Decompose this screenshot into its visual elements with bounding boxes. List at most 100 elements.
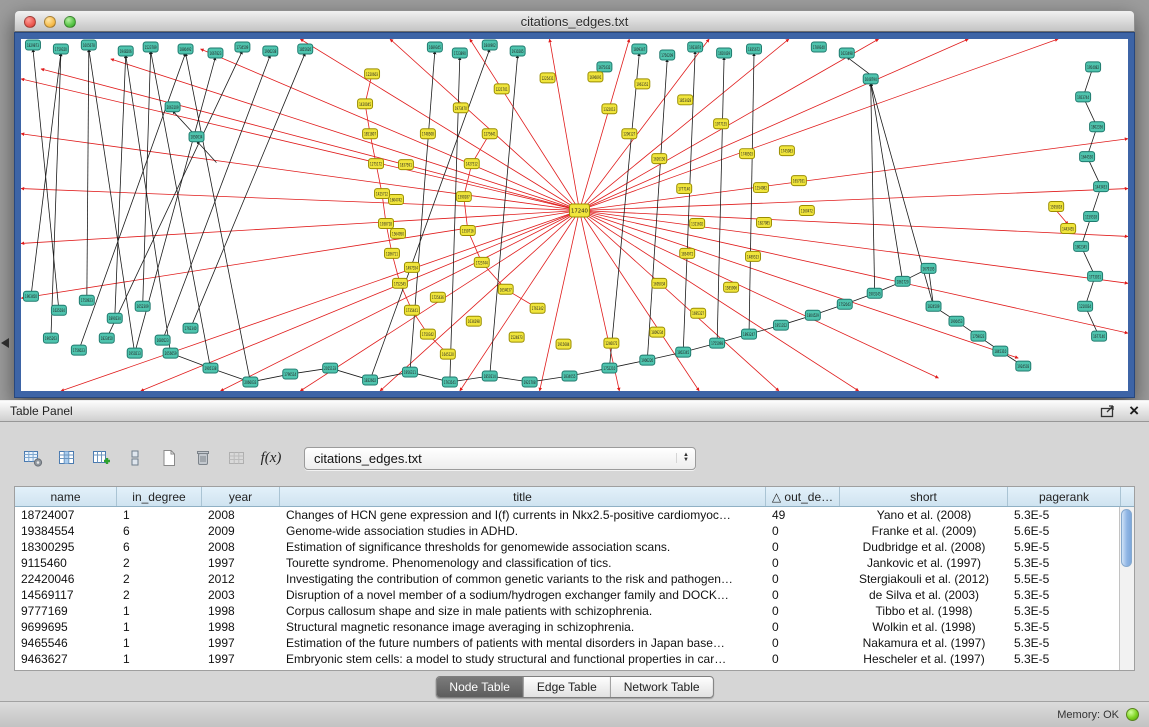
graph-node[interactable]: 1626150 — [652, 154, 667, 164]
column-header-out_degree[interactable]: △ out_de… — [766, 487, 840, 506]
row-tools-button[interactable] — [120, 445, 150, 471]
graph-node[interactable]: 1903145 — [867, 288, 882, 298]
graph-node[interactable]: 2056059 — [163, 348, 178, 358]
graph-node[interactable]: 1915684 — [556, 339, 571, 349]
graph-node[interactable]: 1923744 — [1076, 92, 1091, 102]
graph-node[interactable]: 1759320 — [53, 44, 68, 54]
graph-node[interactable]: 1425712 — [375, 189, 390, 199]
graph-node[interactable]: 1809347 — [632, 44, 647, 54]
table-row[interactable]: 2242004622012Investigating the contribut… — [15, 571, 1134, 587]
column-header-title[interactable]: title — [280, 487, 766, 506]
scrollbar-thumb[interactable] — [1121, 509, 1132, 567]
close-panel-button[interactable]: × — [1129, 404, 1139, 418]
graph-node[interactable]: 1734509 — [235, 42, 250, 52]
graph-node[interactable]: 1677140 — [1092, 331, 1107, 341]
graph-node[interactable]: 1159518 — [1084, 212, 1099, 222]
graph-node[interactable]: 1853428 — [678, 95, 693, 105]
graph-node[interactable]: 1625034 — [51, 305, 66, 315]
import-table-button[interactable] — [222, 445, 252, 471]
column-header-in_degree[interactable]: in_degree — [117, 487, 202, 506]
delete-table-button[interactable] — [188, 445, 218, 471]
graph-node[interactable]: 1855620 — [298, 44, 313, 54]
graph-node[interactable]: 1880492 — [178, 44, 193, 54]
graph-node[interactable]: 1679195 — [921, 263, 936, 273]
column-header-name[interactable]: name — [15, 487, 117, 506]
graph-node[interactable]: 1834055 — [562, 371, 577, 381]
zoom-window-button[interactable] — [64, 16, 76, 28]
graph-node[interactable]: 1657931 — [791, 176, 806, 186]
close-window-button[interactable] — [24, 16, 36, 28]
graph-node[interactable]: 1921708 — [522, 377, 537, 387]
graph-node[interactable]: 1650439 — [717, 48, 732, 58]
graph-node[interactable]: 1595818 — [1049, 202, 1064, 212]
graph-node[interactable]: 1924503 — [1016, 361, 1031, 371]
graph-node[interactable]: 1973470 — [453, 103, 468, 113]
table-row[interactable]: 1938455462009Genome-wide association stu… — [15, 523, 1134, 539]
graph-node[interactable]: 1951352 — [773, 320, 788, 330]
graph-node[interactable]: 1221701 — [494, 84, 509, 94]
graph-node[interactable]: 1420045 — [358, 99, 373, 109]
graph-node[interactable]: 1648794 — [863, 74, 878, 84]
graph-node[interactable]: 1900238 — [263, 46, 278, 56]
graph-node[interactable]: 1752210 — [602, 363, 617, 373]
table-row[interactable]: 1830029562008Estimation of significance … — [15, 539, 1134, 555]
graph-node[interactable]: 1802356 — [1090, 122, 1105, 132]
create-column-button[interactable] — [86, 445, 116, 471]
graph-node[interactable]: 1905203 — [43, 333, 58, 343]
graph-node[interactable]: 1725744 — [474, 257, 489, 267]
graph-node[interactable]: 1761342 — [530, 303, 545, 313]
graph-node[interactable]: 1850214 — [482, 371, 497, 381]
tab-edge-table[interactable]: Edge Table — [524, 677, 611, 697]
graph-node[interactable]: 2015133 — [323, 363, 338, 373]
graph-node[interactable]: 1777140 — [677, 184, 692, 194]
graph-node[interactable]: 1750923 — [79, 295, 94, 305]
graph-node[interactable]: 2066033 — [243, 377, 258, 387]
graph-node[interactable]: 1861720 — [895, 276, 910, 286]
float-panel-button[interactable] — [1100, 404, 1115, 418]
graph-node[interactable]: 1210034 — [1078, 301, 1093, 311]
graph-node[interactable]: 1752043 — [837, 299, 852, 309]
graph-node[interactable]: 1695034 — [652, 278, 667, 288]
graph-node[interactable]: 1667823 — [208, 48, 223, 58]
graph-node[interactable]: 1322013 — [602, 104, 617, 114]
graph-node[interactable]: 1246072 — [604, 338, 619, 348]
collapse-panel-arrow[interactable] — [1, 338, 9, 348]
graph-node[interactable]: 1524873 — [509, 332, 524, 342]
graph-node[interactable]: 1286711 — [385, 248, 400, 258]
graph-node[interactable]: 1851807 — [363, 129, 378, 139]
graph-node[interactable]: 1956311 — [402, 367, 417, 377]
graph-node[interactable]: 1804529 — [805, 310, 820, 320]
graph-node[interactable]: 1954082 — [1086, 62, 1101, 72]
graph-node[interactable]: 1627085 — [757, 217, 772, 227]
graph-node[interactable]: 1443455 — [1061, 223, 1076, 233]
graph-node[interactable]: 1225431 — [540, 73, 555, 83]
graph-node[interactable]: 1824509 — [926, 301, 941, 311]
graph-node[interactable]: 1427512 — [464, 159, 479, 169]
graph-node[interactable]: 1696091 — [588, 72, 603, 82]
graph-node[interactable]: 1823450 — [99, 333, 114, 343]
graph-node[interactable]: 1977135 — [714, 119, 729, 129]
graph-node[interactable]: 1905138 — [203, 363, 218, 373]
graph-node[interactable]: 1906220 — [640, 355, 655, 365]
table-selector-dropdown[interactable]: citations_edges.txt ▲ ▼ — [304, 447, 696, 470]
graph-node[interactable]: 1680523 — [155, 335, 170, 345]
graph-node[interactable]: 1644530 — [1080, 152, 1095, 162]
table-row[interactable]: 977716911998Corpus callosum shape and si… — [15, 603, 1134, 619]
minimize-window-button[interactable] — [44, 16, 56, 28]
tab-node-table[interactable]: Node Table — [436, 677, 524, 697]
graph-node[interactable]: 1154982 — [754, 183, 769, 193]
graph-node[interactable]: 1756023 — [71, 345, 86, 355]
graph-node[interactable]: 1948206 — [118, 46, 133, 56]
graph-node[interactable]: 2063109 — [165, 102, 180, 112]
graph-node[interactable]: 1275172 — [369, 159, 384, 169]
table-row[interactable]: 911546021997Tourette syndrome. Phenomeno… — [15, 555, 1134, 571]
graph-node[interactable]: 1735441 — [404, 305, 419, 315]
table-row[interactable]: 946362711997Embryonic stem cells: a mode… — [15, 651, 1134, 667]
graph-node[interactable]: 1220603 — [365, 69, 380, 79]
graph-node[interactable]: 1689345 — [427, 42, 442, 52]
graph-node[interactable]: 1489523 — [746, 251, 761, 261]
graph-node[interactable]: 1837591 — [398, 160, 413, 170]
graph-node[interactable]: 1748503 — [740, 149, 755, 159]
graph-node[interactable]: 1652309 — [135, 301, 150, 311]
graph-node[interactable]: 1748508 — [420, 129, 435, 139]
